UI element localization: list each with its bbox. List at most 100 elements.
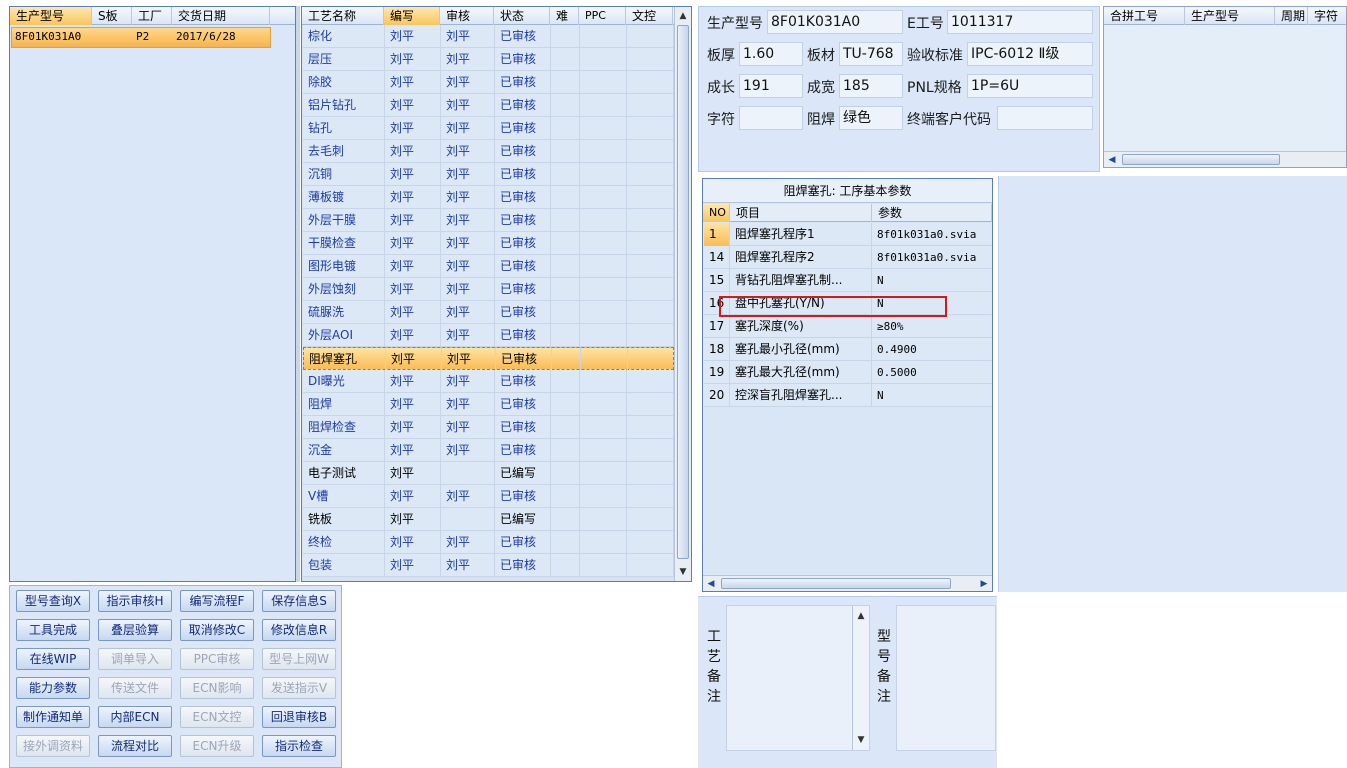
action-button[interactable]: PPC审核 [180, 648, 254, 670]
process-row[interactable]: 包装 刘平 刘平 已审核 [303, 554, 674, 577]
col-header-no[interactable]: NO [703, 204, 730, 222]
process-row[interactable]: 外层AOI 刘平 刘平 已审核 [303, 324, 674, 347]
action-button[interactable]: 取消修改C [180, 619, 254, 641]
scroll-thumb[interactable] [721, 578, 951, 589]
standard-field[interactable]: IPC-6012 Ⅱ级 [967, 42, 1093, 66]
scroll-up-icon[interactable]: ▲ [675, 8, 691, 24]
scroll-down-icon[interactable]: ▼ [853, 732, 869, 748]
scroll-thumb[interactable] [1122, 154, 1280, 165]
process-row[interactable]: 沉金 刘平 刘平 已审核 [303, 439, 674, 462]
action-button[interactable]: 编写流程F [180, 590, 254, 612]
mask-field[interactable]: 绿色 [839, 106, 903, 130]
action-button[interactable]: 制作通知单 [16, 706, 90, 728]
col-header-combine-model[interactable]: 生产型号 [1185, 7, 1275, 25]
process-row[interactable]: 电子测试 刘平 已编写 [303, 462, 674, 485]
action-button[interactable]: 指示审核H [98, 590, 172, 612]
process-row[interactable]: 外层蚀刻 刘平 刘平 已审核 [303, 278, 674, 301]
action-button[interactable]: 调单导入 [98, 648, 172, 670]
col-header-cycle[interactable]: 周期 [1275, 7, 1308, 25]
process-row[interactable]: 阻焊塞孔 刘平 刘平 已审核 [303, 347, 675, 371]
col-header-author[interactable]: 编写 [384, 7, 440, 25]
process-row[interactable]: 层压 刘平 刘平 已审核 [303, 48, 674, 71]
action-button[interactable]: 型号查询X [16, 590, 90, 612]
width-field[interactable]: 185 [839, 74, 903, 98]
col-header-reviewer[interactable]: 审核 [440, 7, 494, 25]
action-button[interactable]: 内部ECN [98, 706, 172, 728]
action-button[interactable]: 能力参数 [16, 677, 90, 699]
process-row[interactable]: 铝片钻孔 刘平 刘平 已审核 [303, 94, 674, 117]
process-vscroll[interactable]: ▲ ▼ [674, 7, 691, 581]
param-row[interactable]: 1 阻焊塞孔程序1 8f01k031a0.svia [704, 223, 992, 246]
combine-grid[interactable]: 合拼工号 生产型号 周期 字符 ◀ [1103, 6, 1347, 168]
col-header-ppc[interactable]: PPC [579, 7, 626, 25]
action-button[interactable]: 叠层验算 [98, 619, 172, 641]
process-row[interactable]: 薄板镀 刘平 刘平 已审核 [303, 186, 674, 209]
action-button[interactable]: 修改信息R [262, 619, 336, 641]
pnl-field[interactable]: 1P=6U [967, 74, 1093, 98]
param-row[interactable]: 18 塞孔最小孔径(mm) 0.4900 [704, 338, 992, 361]
param-row[interactable]: 15 背钻孔阻焊塞孔制... N [704, 269, 992, 292]
process-row[interactable]: V槽 刘平 刘平 已审核 [303, 485, 674, 508]
scroll-left-icon[interactable]: ◀ [1104, 152, 1120, 168]
model-list-grid[interactable]: 生产型号 S板 工厂 交货日期 8F01K031A0 P2 2017/6/28 [9, 6, 296, 582]
param-row[interactable]: 14 阻焊塞孔程序2 8f01k031a0.svia [704, 246, 992, 269]
col-header-factory[interactable]: 工厂 [132, 7, 172, 25]
action-button[interactable]: 工具完成 [16, 619, 90, 641]
process-grid[interactable]: 工艺名称 编写 审核 状态 难 PPC 文控 棕化 刘平 刘平 已审核 层压 刘平 刘平 已审… [301, 6, 692, 582]
thickness-field[interactable]: 1.60 [739, 42, 803, 66]
left-splitter[interactable] [296, 6, 300, 582]
col-header-s[interactable]: S板 [92, 7, 132, 25]
model-remark-field[interactable] [896, 605, 996, 751]
col-header-combine-no[interactable]: 合拼工号 [1104, 7, 1185, 25]
process-row[interactable]: 除胶 刘平 刘平 已审核 [303, 71, 674, 94]
scroll-thumb[interactable] [677, 25, 689, 559]
process-remark-field[interactable]: ▲ ▼ [726, 605, 870, 751]
col-header-value[interactable]: 参数 [872, 204, 992, 222]
process-row[interactable]: 铣板 刘平 已编写 [303, 508, 674, 531]
process-row[interactable]: 沉铜 刘平 刘平 已审核 [303, 163, 674, 186]
col-header-difficulty[interactable]: 难 [550, 7, 579, 25]
col-header-item[interactable]: 项目 [730, 204, 872, 222]
customer-field[interactable] [997, 106, 1093, 130]
process-row[interactable]: 钻孔 刘平 刘平 已审核 [303, 117, 674, 140]
eno-field[interactable]: 1011317 [947, 10, 1093, 34]
action-button[interactable]: 型号上网W [262, 648, 336, 670]
scroll-down-icon[interactable]: ▼ [675, 564, 691, 580]
param-row[interactable]: 19 塞孔最大孔径(mm) 0.5000 [704, 361, 992, 384]
param-row[interactable]: 17 塞孔深度(%) ≥80% [704, 315, 992, 338]
length-field[interactable]: 191 [739, 74, 803, 98]
action-button[interactable]: ECN影响 [180, 677, 254, 699]
process-row[interactable]: 阻焊 刘平 刘平 已审核 [303, 393, 674, 416]
action-button[interactable]: 流程对比 [98, 735, 172, 757]
process-row[interactable]: 干膜检查 刘平 刘平 已审核 [303, 232, 674, 255]
process-row[interactable]: 去毛刺 刘平 刘平 已审核 [303, 140, 674, 163]
remark-vscroll[interactable]: ▲ ▼ [852, 606, 869, 750]
process-row[interactable]: 阻焊检查 刘平 刘平 已审核 [303, 416, 674, 439]
action-button[interactable]: 保存信息S [262, 590, 336, 612]
scroll-right-icon[interactable]: ▶ [976, 576, 992, 592]
action-button[interactable]: 在线WIP [16, 648, 90, 670]
process-row[interactable]: 外层干膜 刘平 刘平 已审核 [303, 209, 674, 232]
action-button[interactable]: 指示检查 [262, 735, 336, 757]
process-row[interactable]: 终检 刘平 刘平 已审核 [303, 531, 674, 554]
param-grid[interactable]: 阻焊塞孔: 工序基本参数 NO 项目 参数 1 阻焊塞孔程序1 8f01k031a0… [702, 178, 993, 592]
col-header-char[interactable]: 字符 [1308, 7, 1347, 25]
char-field[interactable] [739, 106, 803, 130]
param-hscroll[interactable]: ◀ ▶ [703, 575, 992, 591]
model-row[interactable]: 8F01K031A0 P2 2017/6/28 [11, 27, 271, 48]
process-row[interactable]: DI曝光 刘平 刘平 已审核 [303, 370, 674, 393]
action-button[interactable]: 发送指示V [262, 677, 336, 699]
process-row[interactable]: 图形电镀 刘平 刘平 已审核 [303, 255, 674, 278]
action-button[interactable]: 回退审核B [262, 706, 336, 728]
col-header-status[interactable]: 状态 [494, 7, 550, 25]
col-header-model[interactable]: 生产型号 [10, 7, 92, 25]
process-row[interactable]: 棕化 刘平 刘平 已审核 [303, 25, 674, 48]
scroll-up-icon[interactable]: ▲ [853, 608, 869, 624]
col-header-process-name[interactable]: 工艺名称 [302, 7, 384, 25]
action-button[interactable]: ECN升级 [180, 735, 254, 757]
scroll-left-icon[interactable]: ◀ [703, 576, 719, 592]
material-field[interactable]: TU-768 [839, 42, 903, 66]
process-row[interactable]: 硫脲洗 刘平 刘平 已审核 [303, 301, 674, 324]
col-header-doc-control[interactable]: 文控 [626, 7, 673, 25]
combine-hscroll[interactable]: ◀ [1104, 151, 1346, 167]
